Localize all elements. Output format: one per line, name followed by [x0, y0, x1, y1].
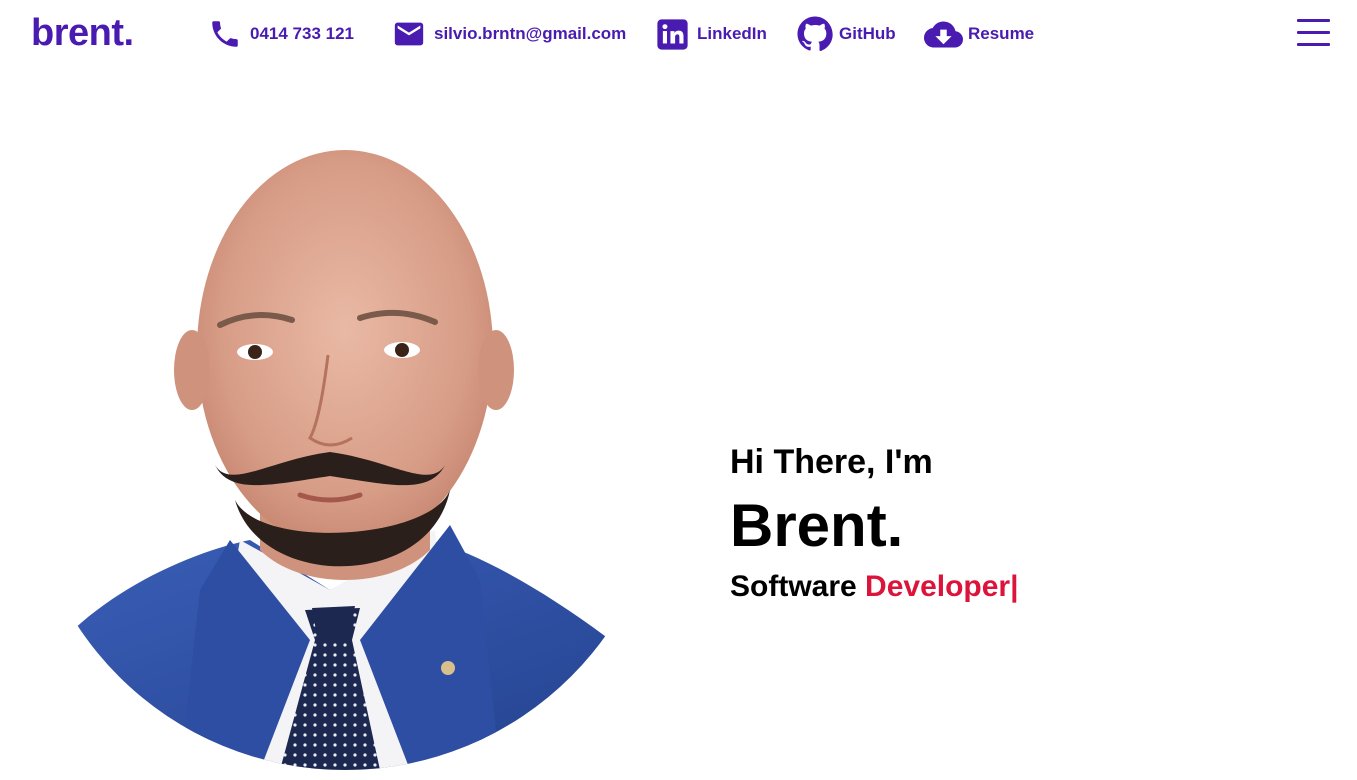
logo-link[interactable]: brent.	[31, 10, 134, 56]
hero-text: Hi There, I'm Brent. Software Developer|	[730, 438, 1019, 608]
linkedin-link[interactable]: LinkedIn	[656, 14, 767, 54]
menu-bar	[1297, 31, 1330, 34]
github-icon	[795, 14, 835, 54]
hamburger-menu-icon[interactable]	[1297, 19, 1330, 47]
email-label: silvio.brntn@gmail.com	[434, 24, 627, 43]
page: brent. 0414 733 121 silvio.brntn@gmail.c…	[0, 0, 1357, 780]
hero-role: Software Developer|	[730, 566, 1019, 608]
hero-greeting: Hi There, I'm	[730, 443, 933, 481]
phone-label: 0414 733 121	[250, 24, 354, 43]
cloud-download-icon	[924, 15, 963, 54]
resume-label: Resume	[968, 24, 1035, 43]
menu-bar	[1297, 19, 1330, 22]
email-link[interactable]: silvio.brntn@gmail.com	[392, 14, 626, 54]
hero-name: Brent.	[730, 492, 904, 559]
linkedin-icon	[656, 18, 689, 51]
phone-icon	[208, 17, 242, 51]
mail-icon	[392, 17, 426, 51]
menu-bar	[1297, 43, 1330, 46]
phone-link[interactable]: 0414 733 121	[208, 14, 354, 54]
linkedin-label: LinkedIn	[697, 24, 767, 43]
github-label: GitHub	[839, 24, 896, 43]
profile-photo	[30, 120, 660, 770]
resume-link[interactable]: Resume	[924, 14, 1034, 54]
portrait-circle	[30, 130, 660, 770]
role-typed-text: Developer|	[865, 570, 1019, 603]
github-link[interactable]: GitHub	[795, 14, 896, 54]
role-prefix: Software	[730, 570, 866, 603]
